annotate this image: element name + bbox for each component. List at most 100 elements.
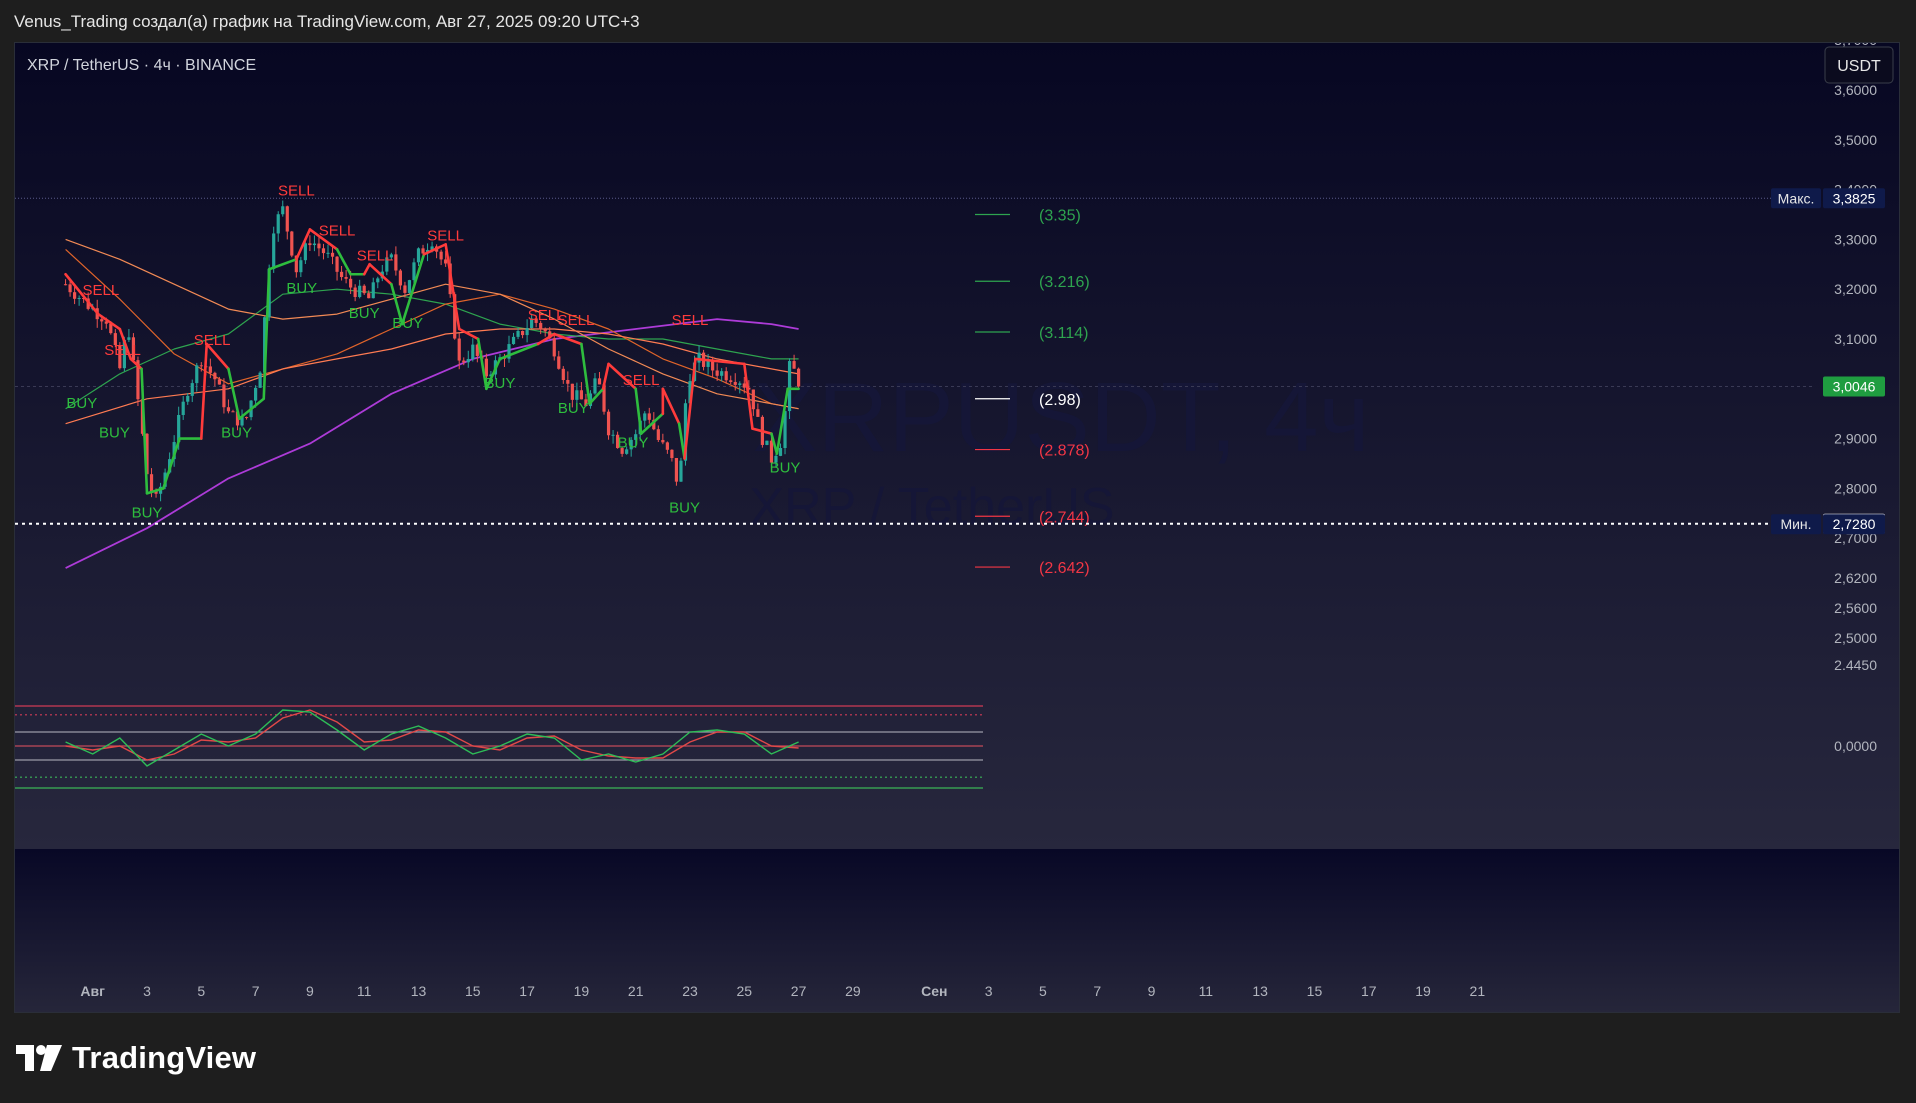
oscillator-pane-background <box>15 849 1899 1012</box>
price-tick-label: 2,6200 <box>1834 570 1877 586</box>
currency-button-label[interactable]: USDT <box>1837 58 1881 75</box>
candle-body <box>68 284 72 293</box>
candle-body <box>272 233 276 269</box>
oscillator-tick-label: 0,0000 <box>1834 738 1877 754</box>
sell-signal-label: SELL <box>104 342 141 359</box>
candle-body <box>457 338 461 361</box>
level-label: (2.642) <box>1039 560 1090 577</box>
buy-signal-label: BUY <box>558 400 589 417</box>
candle-body <box>797 368 801 387</box>
candle-body <box>349 278 353 288</box>
candle-body <box>765 440 769 445</box>
price-tag-value: 3,3825 <box>1833 190 1876 206</box>
candle-body <box>335 256 339 272</box>
time-tick-label: 17 <box>1361 983 1377 999</box>
tradingview-logo[interactable]: TradingView <box>16 1040 256 1076</box>
time-tick-label: 19 <box>1415 983 1431 999</box>
price-tick-label: 3,2000 <box>1834 281 1877 297</box>
candle-body <box>570 383 574 400</box>
time-tick-label: 3 <box>143 983 151 999</box>
candle-body <box>376 278 380 283</box>
time-tick-label: 3 <box>985 983 993 999</box>
candle-body <box>579 390 583 400</box>
candle-body <box>606 411 611 436</box>
candle-body <box>308 243 312 246</box>
candle-body <box>312 243 317 246</box>
level-label: (3.114) <box>1039 325 1089 342</box>
time-tick-label: 9 <box>1148 983 1156 999</box>
time-tick-label: 15 <box>1307 983 1323 999</box>
candle-body <box>213 372 217 380</box>
time-tick-label: 25 <box>737 983 753 999</box>
candle-body <box>394 254 398 271</box>
time-tick-label: 7 <box>252 983 260 999</box>
candle-body <box>670 449 674 458</box>
time-tick-label: 5 <box>1039 983 1047 999</box>
buy-signal-label: BUY <box>485 375 516 392</box>
time-tick-label: 11 <box>1199 983 1214 999</box>
candle-body <box>679 460 683 482</box>
sell-signal-label: SELL <box>672 312 709 329</box>
candle-body <box>525 327 529 336</box>
candle-body <box>127 337 131 340</box>
candle-body <box>471 344 475 360</box>
candle-body <box>403 285 407 293</box>
candle-body <box>421 248 425 254</box>
candle-body <box>208 366 212 373</box>
candle-body <box>412 262 416 281</box>
time-tick-label: 9 <box>306 983 314 999</box>
candle-body <box>444 259 448 264</box>
chart-frame[interactable]: XRPUSDT, 4ч XRP / TetherUS SELL BUY SELL BU… <box>14 42 1900 1013</box>
buy-signal-label: BUY <box>349 305 380 322</box>
time-tick-label: 21 <box>1470 983 1486 999</box>
candle-body <box>778 447 783 456</box>
candle-body <box>674 457 679 482</box>
time-tick-label: 29 <box>845 983 861 999</box>
buy-signal-label: BUY <box>221 425 252 442</box>
candle-body <box>367 293 371 299</box>
candle-body <box>276 214 280 234</box>
candle-body <box>149 474 154 492</box>
candle-body <box>353 287 357 297</box>
price-chart[interactable]: XRPUSDT, 4ч XRP / TetherUS SELLBUYSELLBU… <box>15 43 1900 1013</box>
price-tick-label: 3,5000 <box>1834 132 1877 148</box>
candle-body <box>77 297 81 299</box>
time-tick-label: 5 <box>197 983 205 999</box>
candle-body <box>281 206 285 215</box>
candle-body <box>557 356 561 369</box>
candle-body <box>226 407 231 412</box>
candle-body <box>371 282 375 299</box>
candle-body <box>258 372 262 388</box>
candle-body <box>466 359 470 363</box>
time-tick-label: 7 <box>1093 983 1101 999</box>
candle-body <box>665 442 669 450</box>
buy-signal-label: BUY <box>66 395 97 412</box>
candle-body <box>181 401 185 415</box>
time-tick-label: 21 <box>628 983 644 999</box>
candle-body <box>398 270 402 286</box>
sell-signal-label: SELL <box>427 227 464 244</box>
candle-body <box>244 417 249 419</box>
candle-body <box>593 378 597 394</box>
chart-caption: Venus_Trading создал(а) график на Tradin… <box>14 12 640 31</box>
symbol-label[interactable]: XRP / TetherUS · 4ч · BINANCE <box>27 57 256 74</box>
candle-body <box>656 429 660 440</box>
candle-body <box>597 378 602 385</box>
price-tick-label: 3,6000 <box>1834 82 1877 98</box>
price-tag-value: 3,0046 <box>1833 379 1876 395</box>
candle-body <box>63 284 68 286</box>
currency-button[interactable]: USDT <box>1824 46 1894 84</box>
sell-signal-label: SELL <box>623 372 660 389</box>
candle-body <box>720 371 724 376</box>
buy-signal-label: BUY <box>286 280 317 297</box>
price-tick-label: 2,8000 <box>1834 480 1877 496</box>
candle-body <box>416 248 421 263</box>
buy-signal-label: BUY <box>669 499 700 516</box>
candle-body <box>756 409 760 417</box>
candle-body <box>231 411 235 413</box>
candle-body <box>199 365 203 367</box>
price-tick-label: 3,1000 <box>1834 331 1877 347</box>
candle-body <box>643 413 647 421</box>
candle-body <box>516 330 520 337</box>
time-tick-label: 17 <box>519 983 535 999</box>
